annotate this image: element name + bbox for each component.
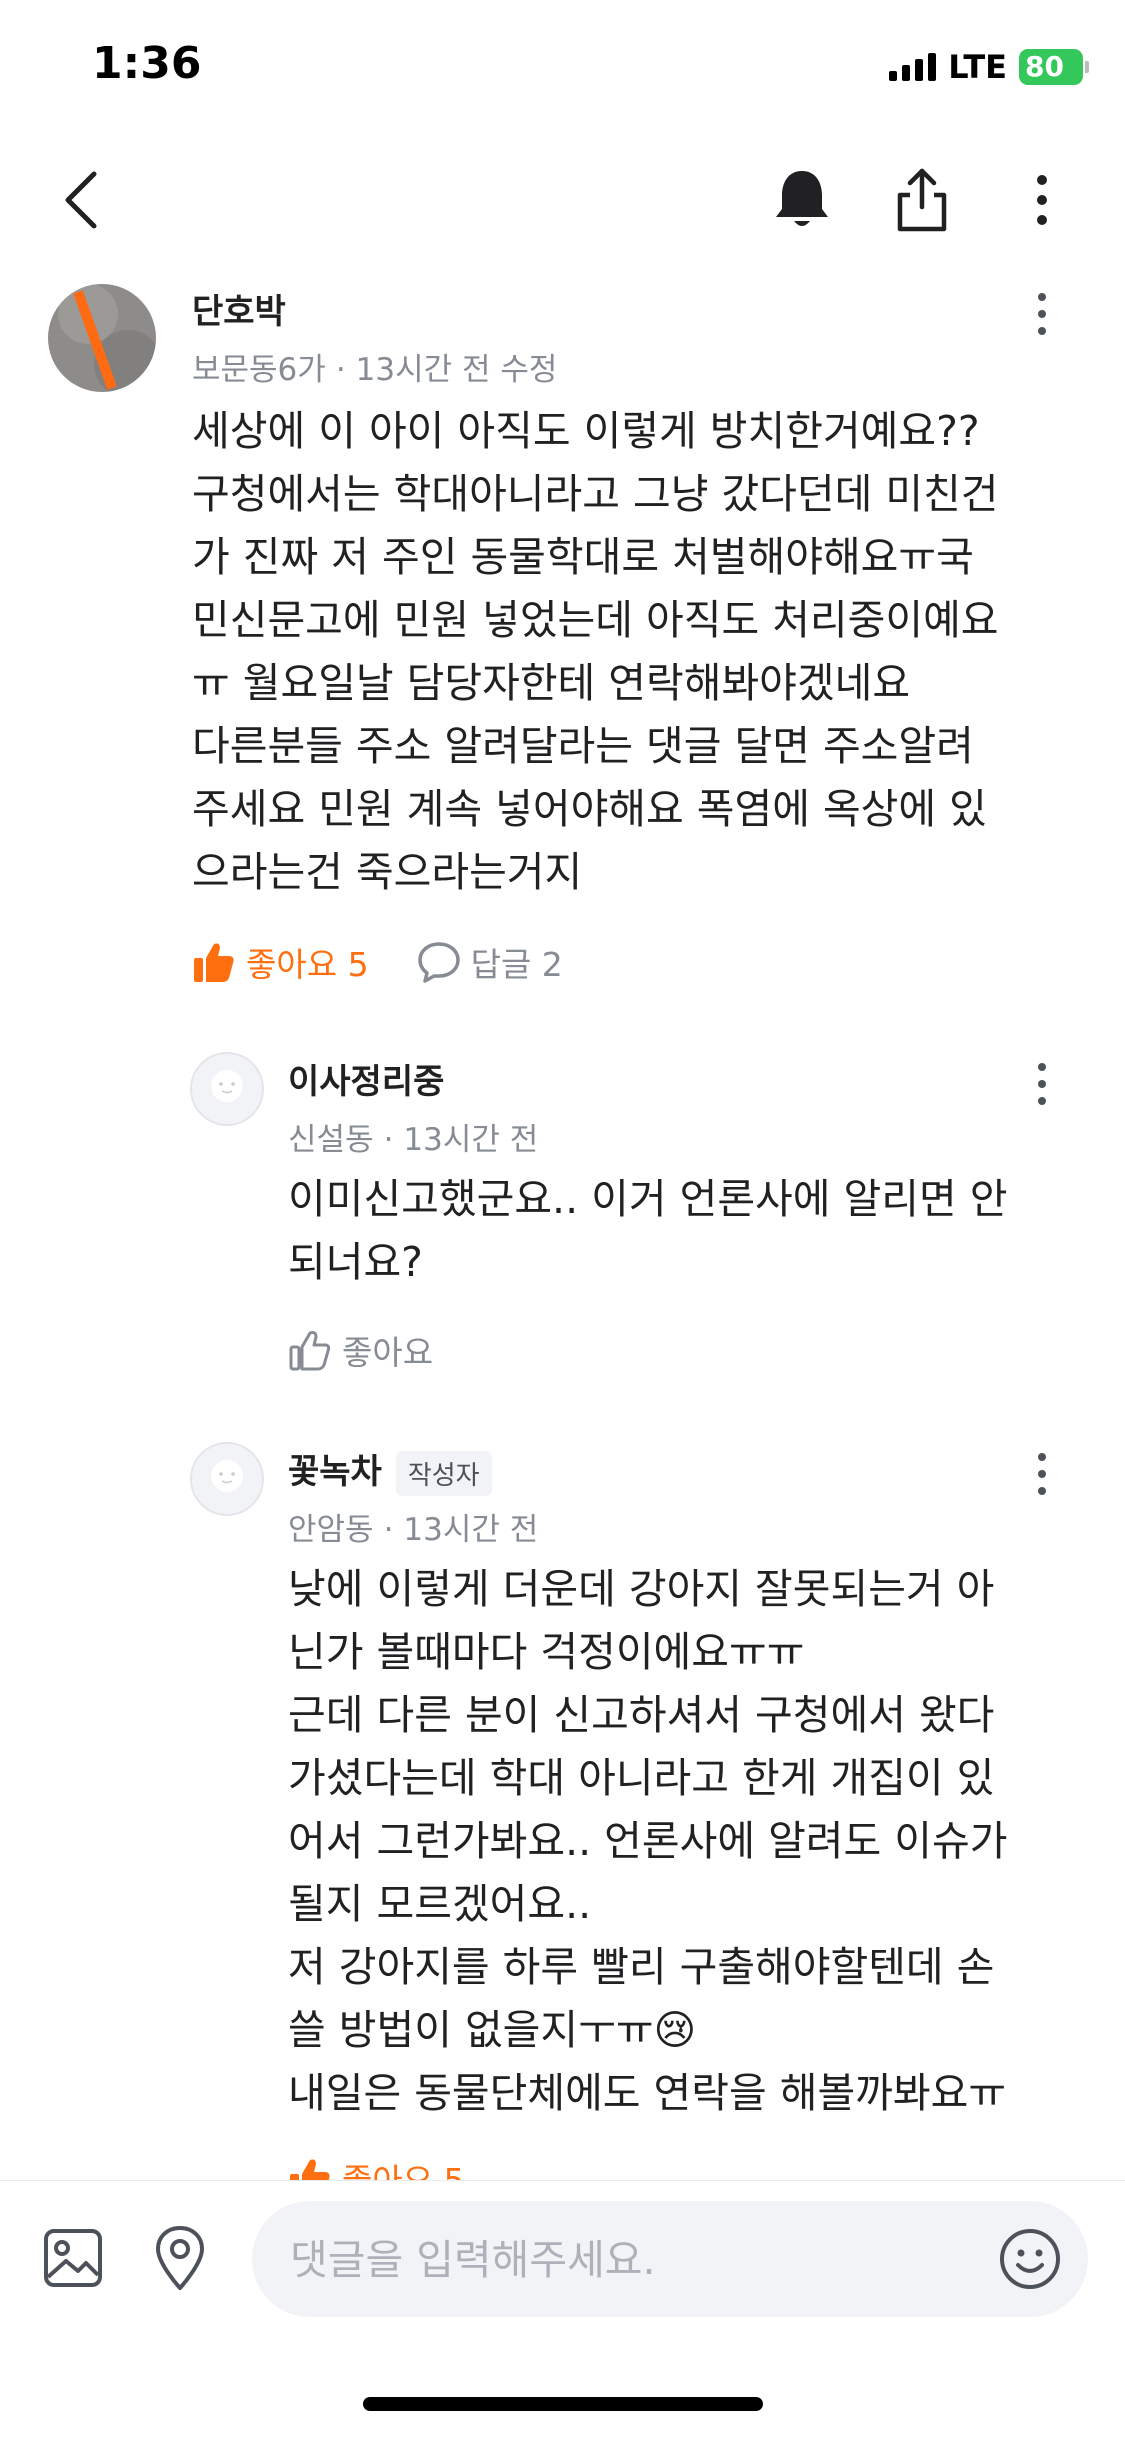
- default-avatar-icon: [190, 1052, 264, 1126]
- signal-icon: [889, 53, 937, 81]
- comment-line: 구청에서는 학대아니라고 그냥 갔다던데 미친건: [192, 470, 999, 518]
- more-dot: [1038, 1487, 1046, 1495]
- comment-author-row: 꽃녹차 작성자: [288, 1444, 492, 1496]
- network-label: LTE: [948, 48, 1007, 86]
- comment-input-bar: [0, 2180, 1125, 2437]
- comment-author[interactable]: 단호박: [192, 284, 286, 333]
- avatar[interactable]: [190, 1442, 264, 1516]
- image-icon: [44, 2229, 102, 2287]
- comment-time: 13시간 전 수정: [355, 352, 558, 388]
- like-label: 좋아요: [342, 1333, 434, 1372]
- share-icon: [897, 168, 947, 232]
- status-bar: 1:36 LTE 80: [0, 0, 1125, 140]
- status-time: 1:36: [92, 38, 202, 89]
- comment-meta: 보문동6가 · 13시간 전 수정: [192, 344, 557, 389]
- author-badge: 작성자: [395, 1451, 492, 1496]
- comment-meta: 안암동 · 13시간 전: [288, 1504, 538, 1549]
- comment-line: 가셨다는데 학대 아니라고 한게 개집이 있: [288, 1754, 995, 1802]
- meta-separator: ·: [335, 352, 346, 388]
- back-icon: [65, 171, 97, 229]
- comment-line: 세상에 이 아이 아직도 이렇게 방치한거예요??: [192, 407, 980, 455]
- comment-line: 주세요 민원 계속 넣어야해요 폭염에 옥상에 있: [192, 785, 987, 833]
- back-button[interactable]: [42, 160, 122, 240]
- status-right: LTE 80: [889, 48, 1089, 86]
- comment-actions: 좋아요: [288, 1326, 433, 1374]
- bell-icon: [776, 171, 828, 226]
- comment-location: 신설동: [288, 1122, 374, 1158]
- more-dot: [1038, 1063, 1046, 1071]
- photo-button[interactable]: [38, 2223, 108, 2293]
- like-button[interactable]: 좋아요: [288, 1326, 433, 1374]
- comment-input-container: [252, 2201, 1088, 2319]
- home-indicator: [363, 2397, 763, 2411]
- more-dot: [1038, 1470, 1046, 1478]
- battery-level: 80: [1019, 49, 1083, 85]
- comment-author[interactable]: 이사정리중: [288, 1054, 444, 1103]
- battery-icon: 80: [1019, 49, 1089, 85]
- comment-time: 13시간 전: [403, 1512, 539, 1548]
- comment-line: 저 강아지를 하루 빨리 구출해야할텐데 손: [288, 1943, 995, 1991]
- comment-line: 다른분들 주소 알려달라는 댓글 달면 주소알려: [192, 722, 974, 770]
- default-avatar-icon: [190, 1442, 264, 1516]
- location-pin-icon: [156, 2226, 204, 2290]
- comment-line: 민신문고에 민원 넣었는데 아직도 처리중이예요: [192, 596, 999, 644]
- thumbs-up-icon: [194, 943, 234, 982]
- more-vertical-icon: [1037, 175, 1047, 225]
- emoji-icon[interactable]: [998, 2227, 1062, 2291]
- more-button[interactable]: [1002, 160, 1082, 240]
- comment-time: 13시간 전: [403, 1122, 539, 1158]
- meta-separator: ·: [383, 1122, 394, 1158]
- comment-actions: 좋아요 5 답글 2: [192, 938, 563, 986]
- comment-line: 근데 다른 분이 신고하셔서 구청에서 왔다: [288, 1691, 995, 1739]
- nav-bar: [0, 150, 1125, 250]
- comment-line: 낮에 이렇게 더운데 강아지 잘못되는거 아: [288, 1565, 995, 1613]
- comment-meta: 신설동 · 13시간 전: [288, 1114, 538, 1159]
- battery-tip: [1085, 61, 1089, 73]
- comment-input[interactable]: [288, 2201, 992, 2319]
- like-label: 좋아요 5: [246, 945, 369, 984]
- comment-line: 가 진짜 저 주인 동물학대로 처벌해야해요ㅠ국: [192, 533, 974, 581]
- more-dot: [1038, 1097, 1046, 1105]
- reply-button[interactable]: 답글 2: [417, 938, 563, 986]
- notification-button[interactable]: [762, 160, 842, 240]
- comment-author[interactable]: 꽃녹차: [288, 1452, 382, 1492]
- more-dot: [1038, 1453, 1046, 1461]
- comment-body: 낮에 이렇게 더운데 강아지 잘못되는거 아 닌가 볼때마다 걱정이에요ㅠㅠ 근…: [288, 1558, 1007, 2125]
- like-button[interactable]: 좋아요 5: [192, 938, 369, 986]
- share-button[interactable]: [882, 160, 962, 240]
- reply-label: 답글 2: [470, 945, 563, 984]
- comment-line: 어서 그런가봐요.. 언론사에 알려도 이슈가: [288, 1817, 1008, 1865]
- avatar-image: [48, 284, 156, 392]
- comment-line: 쓸 방법이 없을지ㅜㅠ😢: [288, 2006, 697, 2054]
- comment-line: 될지 모르겠어요..: [288, 1880, 592, 1928]
- comment-line: 으라는건 죽으라는거지: [192, 848, 583, 896]
- comment-more-button[interactable]: [1022, 1444, 1062, 1504]
- meta-separator: ·: [383, 1512, 394, 1548]
- avatar[interactable]: [48, 284, 156, 392]
- comment-body: 세상에 이 아이 아직도 이렇게 방치한거예요?? 구청에서는 학대아니라고 그…: [192, 400, 999, 904]
- speech-bubble-icon: [417, 942, 460, 983]
- more-dot: [1038, 1080, 1046, 1088]
- comment-location: 보문동6가: [192, 352, 326, 388]
- comment-line: 내일은 동물단체에도 연락을 해볼까봐요ㅠ: [288, 2069, 1007, 2117]
- comment-more-button[interactable]: [1022, 1054, 1062, 1114]
- comment-line: 닌가 볼때마다 걱정이에요ㅠㅠ: [288, 1628, 805, 1676]
- comment-more-button[interactable]: [1022, 284, 1062, 344]
- avatar[interactable]: [190, 1052, 264, 1126]
- more-dot: [1038, 310, 1046, 318]
- location-button[interactable]: [145, 2223, 215, 2293]
- comment-body: 이미신고했군요.. 이거 언론사에 알리면 안 되너요?: [288, 1168, 1007, 1294]
- more-dot: [1038, 327, 1046, 335]
- thumbs-up-icon: [289, 1331, 331, 1371]
- comment-line: ㅠ 월요일날 담당자한테 연락해봐야겠네요: [192, 659, 911, 707]
- comment-line: 이미신고했군요.. 이거 언론사에 알리면 안: [288, 1175, 1008, 1223]
- comment-location: 안암동: [288, 1512, 374, 1548]
- more-dot: [1038, 293, 1046, 301]
- comment-line: 되너요?: [288, 1238, 423, 1286]
